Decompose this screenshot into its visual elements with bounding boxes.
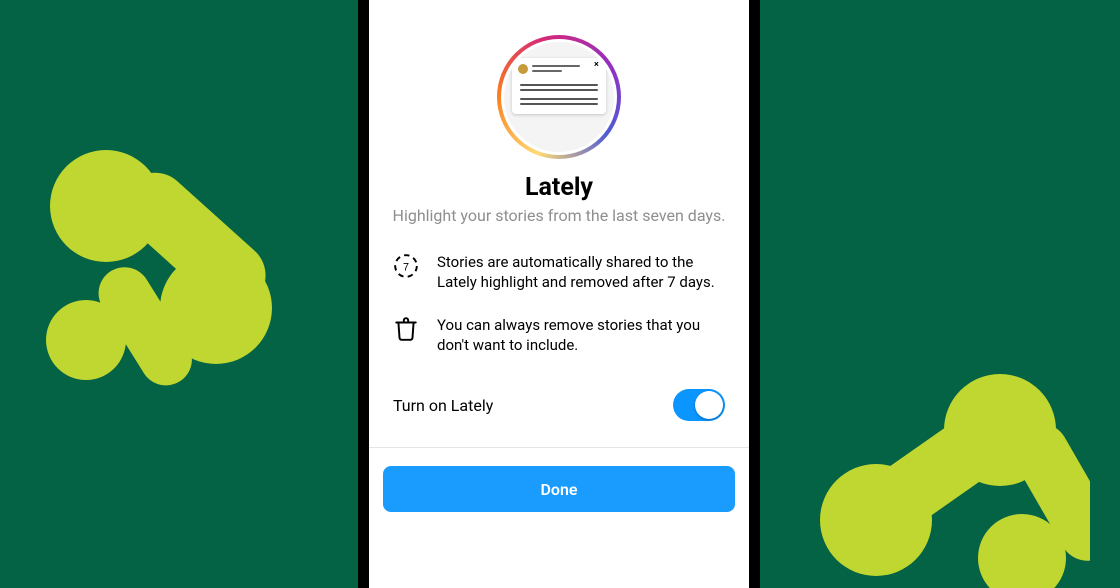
info-row: You can always remove stories that you d… [393, 316, 725, 355]
sheet-subtitle: Highlight your stories from the last sev… [369, 206, 749, 225]
info-row: 7 Stories are automatically shared to th… [393, 253, 725, 292]
story-thumbnail: × [504, 42, 614, 152]
seven-dashed-icon: 7 [393, 253, 419, 279]
info-list: 7 Stories are automatically shared to th… [369, 253, 749, 355]
phone-frame: × Lately Highlight your stories from the… [358, 0, 760, 588]
promo-stage: × Lately Highlight your stories from the… [0, 0, 1120, 588]
phone-screen: × Lately Highlight your stories from the… [369, 0, 749, 588]
svg-text:7: 7 [403, 261, 409, 273]
lately-toggle[interactable] [673, 389, 725, 421]
decorative-blob-left [28, 128, 308, 408]
divider [369, 447, 749, 448]
info-text: Stories are automatically shared to the … [437, 253, 725, 292]
lately-sheet: × Lately Highlight your stories from the… [369, 3, 749, 588]
toggle-row: Turn on Lately [369, 379, 749, 421]
done-button[interactable]: Done [383, 466, 735, 512]
toggle-knob [695, 391, 723, 419]
highlight-ring: × [497, 35, 621, 159]
toggle-label: Turn on Lately [393, 396, 493, 415]
info-text: You can always remove stories that you d… [437, 316, 725, 355]
sheet-title: Lately [369, 173, 749, 202]
trash-icon [393, 316, 419, 342]
decorative-blob-right [790, 370, 1090, 588]
